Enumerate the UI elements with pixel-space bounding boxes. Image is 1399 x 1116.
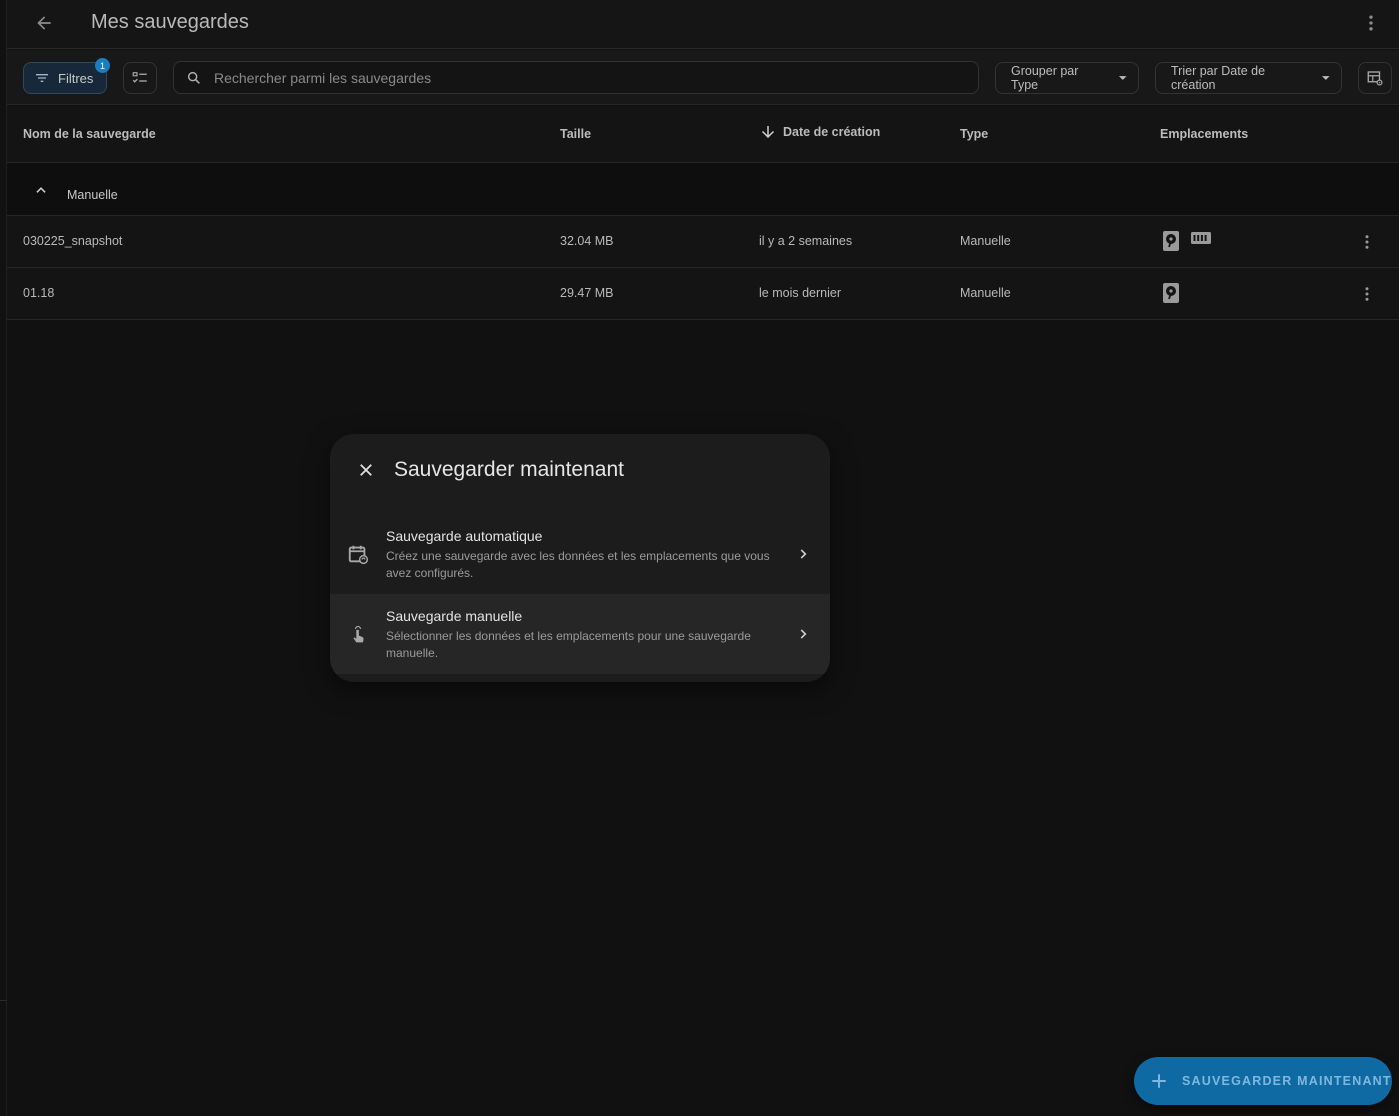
- option-title: Sauvegarde automatique: [386, 528, 543, 544]
- backup-type: Manuelle: [960, 234, 1011, 248]
- selection-mode-button[interactable]: [123, 62, 157, 94]
- search-input[interactable]: [214, 69, 914, 86]
- toolbar: Filtres 1 Grouper par Type Trier par Dat…: [7, 50, 1399, 105]
- table-settings-button[interactable]: [1358, 62, 1392, 94]
- sort-by-dropdown[interactable]: Trier par Date de création: [1155, 62, 1342, 94]
- arrow-down-icon: [762, 126, 774, 138]
- back-button[interactable]: [29, 8, 59, 38]
- column-header-date[interactable]: Date de création: [759, 123, 880, 141]
- sort-by-label: Trier par Date de création: [1171, 64, 1266, 92]
- filter-icon: [36, 74, 48, 82]
- page-title: Mes sauvegardes: [91, 11, 249, 33]
- chevron-up-icon: [36, 187, 46, 193]
- backup-now-fab[interactable]: SAUVEGARDER MAINTENANT: [1134, 1057, 1392, 1105]
- app-header: Mes sauvegardes: [7, 0, 1399, 49]
- column-header-size[interactable]: Taille: [560, 127, 591, 141]
- table-cog-icon: [1367, 71, 1383, 86]
- column-header-name[interactable]: Nom de la sauvegarde: [23, 127, 156, 141]
- fab-label: SAUVEGARDER MAINTENANT: [1182, 1074, 1392, 1088]
- chevron-right-icon: [793, 622, 813, 646]
- dialog-title: Sauvegarder maintenant: [394, 458, 624, 481]
- backup-date: il y a 2 semaines: [759, 234, 853, 248]
- overflow-menu-button[interactable]: [1359, 10, 1383, 36]
- option-title: Sauvegarde manuelle: [386, 608, 523, 624]
- calendar-sync-icon: [346, 542, 370, 566]
- search-box: [173, 61, 979, 94]
- hard-disk-icon: [1163, 283, 1179, 303]
- dots-vertical-icon: [1365, 287, 1369, 301]
- filters-label: Filtres: [58, 70, 94, 86]
- backup-size: 29.47 MB: [560, 286, 614, 300]
- group-by-dropdown[interactable]: Grouper par Type: [995, 62, 1139, 94]
- arrow-left-icon: [37, 16, 51, 30]
- backup-name: 030225_snapshot: [23, 234, 123, 248]
- search-icon: [187, 71, 200, 84]
- group-header-manual[interactable]: Manuelle: [7, 163, 1399, 216]
- nas-icon: [1191, 232, 1211, 244]
- column-header-type[interactable]: Type: [960, 127, 988, 141]
- backup-date: le mois dernier: [759, 286, 841, 300]
- group-by-label: Grouper par Type: [1011, 64, 1079, 92]
- table-header: Nom de la sauvegarde Taille Date de créa…: [7, 106, 1399, 163]
- dots-vertical-icon: [1365, 235, 1369, 249]
- sidebar-rail: [0, 0, 7, 1116]
- dots-vertical-icon: [1369, 15, 1373, 31]
- row-menu-button[interactable]: [1357, 282, 1377, 306]
- backup-type: Manuelle: [960, 286, 1011, 300]
- backup-now-dialog: Sauvegarder maintenant Sauvegarde automa…: [330, 434, 830, 682]
- backup-locations: [1162, 282, 1180, 304]
- gesture-tap-icon: [346, 622, 370, 646]
- option-description: Sélectionner les données et les emplacem…: [386, 629, 751, 660]
- table-row[interactable]: 01.18 29.47 MB le mois dernier Manuelle: [7, 268, 1399, 320]
- close-button[interactable]: [354, 458, 378, 482]
- filters-count-badge: 1: [95, 58, 110, 73]
- caret-down-icon: [1119, 76, 1128, 80]
- close-icon: [360, 464, 372, 476]
- table-row[interactable]: 030225_snapshot 32.04 MB il y a 2 semain…: [7, 216, 1399, 268]
- filters-button[interactable]: Filtres 1: [23, 58, 110, 94]
- backup-name: 01.18: [23, 286, 55, 300]
- backup-size: 32.04 MB: [560, 234, 614, 248]
- column-header-locations[interactable]: Emplacements: [1160, 127, 1248, 141]
- plus-icon: [1152, 1074, 1166, 1088]
- caret-down-icon: [1322, 76, 1331, 80]
- chevron-right-icon: [793, 542, 813, 566]
- collapse-group-button[interactable]: [33, 182, 49, 198]
- hard-disk-icon: [1163, 231, 1179, 251]
- backup-locations: [1162, 230, 1212, 252]
- column-header-date-label: Date de création: [783, 125, 881, 139]
- manual-backup-option[interactable]: Sauvegarde manuelle Sélectionner les don…: [330, 594, 830, 674]
- automatic-backup-option[interactable]: Sauvegarde automatique Créez une sauvega…: [330, 514, 830, 594]
- group-label: Manuelle: [67, 188, 118, 202]
- option-description: Créez une sauvegarde avec les données et…: [386, 549, 770, 580]
- checklist-icon: [132, 72, 147, 83]
- row-menu-button[interactable]: [1357, 230, 1377, 254]
